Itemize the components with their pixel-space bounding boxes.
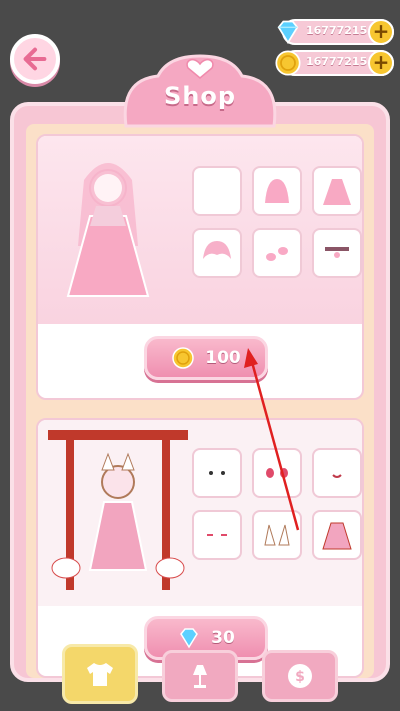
back-arrow-icon — [23, 47, 47, 71]
mouth-icon — [332, 474, 342, 478]
diamond-icon — [180, 628, 199, 649]
item-slot-choker[interactable] — [312, 228, 362, 278]
buy-button-coins[interactable]: 100 — [144, 336, 268, 380]
coin-balance: 16777215 + — [275, 50, 394, 76]
diamond-count: 16777215 — [306, 24, 368, 37]
item-slot-red-eyes[interactable] — [252, 448, 302, 498]
kimono-icon — [322, 522, 352, 550]
diamond-balance: 16777215 + — [277, 19, 394, 45]
item-slot-kimono[interactable] — [312, 510, 362, 560]
hair-icon — [265, 179, 289, 203]
coin-count: 16777215 — [306, 55, 368, 68]
shop-list: 100 30 — [26, 124, 374, 678]
red-eyes-icon — [266, 468, 288, 478]
dollar-icon: $ — [288, 664, 312, 688]
page-title: Shop — [163, 82, 237, 110]
item-slot-eyes[interactable] — [192, 448, 242, 498]
item-slot-shoes[interactable] — [252, 228, 302, 278]
item-slot-fox-ears[interactable] — [252, 510, 302, 560]
eyes-icon — [209, 471, 225, 475]
diamond-icon — [277, 20, 299, 45]
fox-ears-icon — [264, 524, 290, 546]
bangs-icon — [203, 241, 231, 259]
lamp-icon — [193, 665, 207, 688]
price-label: 30 — [211, 628, 235, 648]
svg-text:$: $ — [295, 669, 305, 685]
item-slot-dress[interactable] — [312, 166, 362, 216]
coin-icon — [172, 347, 194, 369]
item-slot-hair[interactable] — [252, 166, 302, 216]
shirt-icon — [87, 663, 113, 686]
shoes-icon — [266, 247, 288, 261]
item-slot-mouth[interactable] — [312, 448, 362, 498]
shop-panel: 100 30 — [10, 102, 390, 682]
item-slot-blush[interactable] — [192, 510, 242, 560]
item-slot-bangs[interactable] — [192, 228, 242, 278]
tab-clothes[interactable] — [62, 644, 138, 704]
back-button[interactable] — [10, 34, 60, 84]
tab-purchase[interactable]: $ — [262, 650, 338, 702]
choker-icon — [325, 247, 349, 258]
item-slot-sparkle[interactable] — [192, 166, 242, 216]
price-label: 100 — [205, 348, 241, 368]
blush-icon — [207, 534, 227, 536]
dress-icon — [323, 179, 351, 205]
tab-furniture[interactable] — [162, 650, 238, 702]
item-card-kitsune: 30 — [36, 418, 364, 678]
add-coins-button[interactable]: + — [368, 50, 394, 76]
item-card-dress: 100 — [36, 134, 364, 400]
bottom-nav: $ — [0, 644, 400, 711]
add-diamonds-button[interactable]: + — [368, 19, 394, 45]
